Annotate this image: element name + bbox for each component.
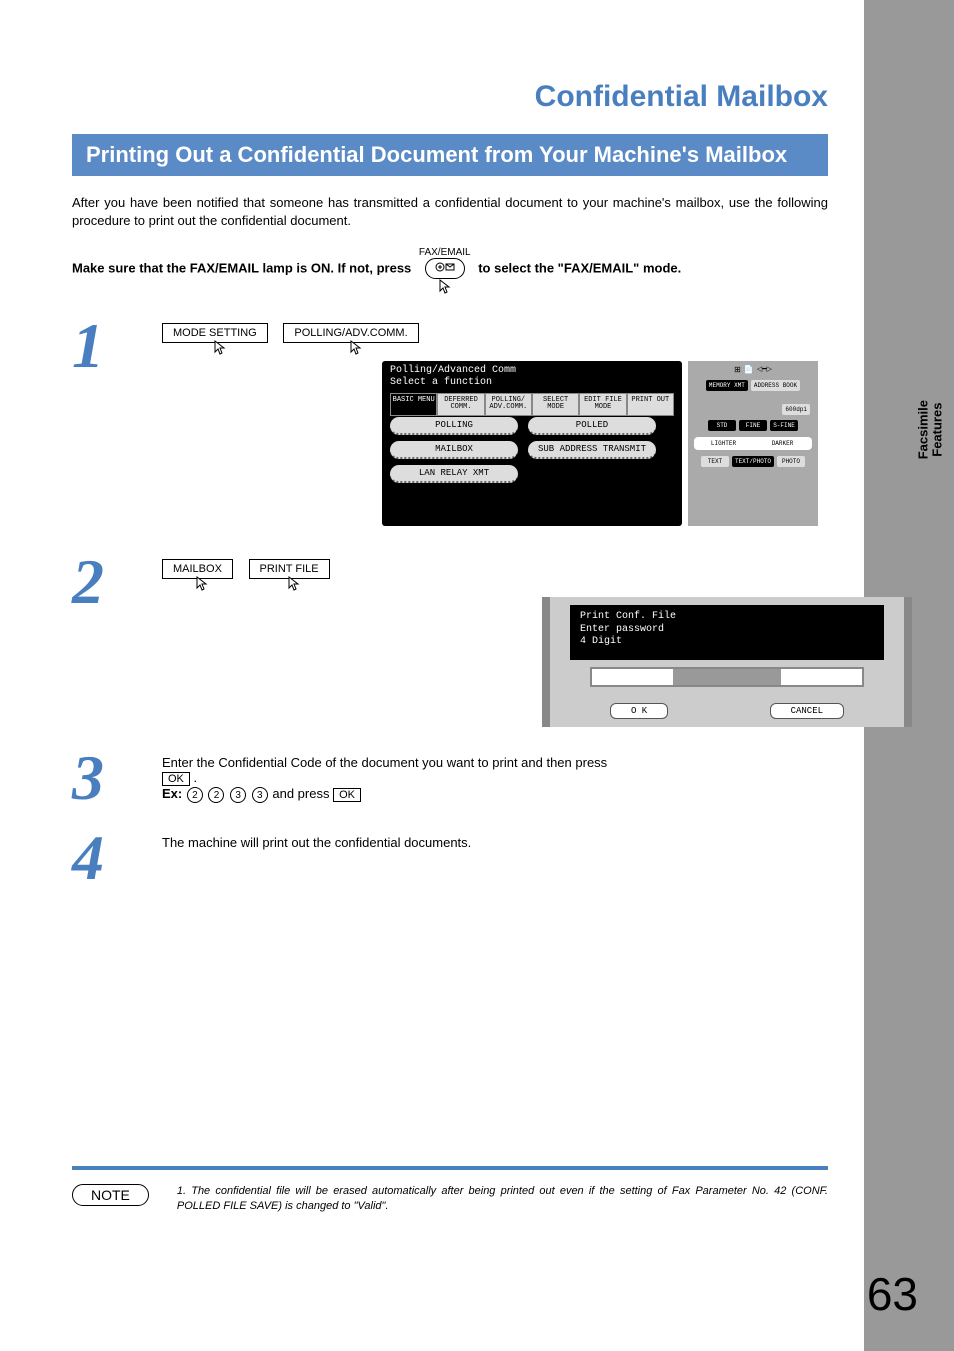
- password-field[interactable]: [590, 667, 864, 687]
- mode-setting-button[interactable]: MODE SETTING: [162, 323, 268, 343]
- mailbox-button[interactable]: MAILBOX: [162, 559, 233, 579]
- softkey-polled[interactable]: POLLED: [528, 417, 656, 435]
- tab-print-out[interactable]: PRINT OUT: [627, 393, 674, 416]
- fax-email-button[interactable]: [425, 258, 465, 279]
- softkey-lan-relay-xmt[interactable]: LAN RELAY XMT: [390, 465, 518, 483]
- fine-button[interactable]: FINE: [739, 420, 767, 431]
- digit-2a[interactable]: 2: [187, 787, 203, 803]
- mode-instruction: Make sure that the FAX/EMAIL lamp is ON.…: [72, 243, 828, 295]
- and-press-text: and press: [272, 786, 333, 801]
- step3-text-a: Enter the Confidential Code of the docum…: [162, 755, 607, 770]
- panel2-cancel-button[interactable]: CANCEL: [770, 703, 844, 719]
- polling-advcomm-button[interactable]: POLLING/ADV.COMM.: [283, 323, 418, 343]
- softkey-polling[interactable]: POLLING: [390, 417, 518, 435]
- step-number-2: 2: [72, 553, 162, 727]
- tab-select-mode[interactable]: SELECT MODE: [532, 393, 579, 416]
- panel1-title1: Polling/Advanced Comm: [390, 365, 674, 377]
- softkey-mailbox[interactable]: MAILBOX: [390, 441, 518, 459]
- step-number-4: 4: [72, 829, 162, 887]
- panel2-ok-button[interactable]: O K: [610, 703, 668, 719]
- panel2-l1: Print Conf. File: [580, 611, 874, 624]
- ok-key-2[interactable]: OK: [333, 788, 361, 802]
- section-title: Confidential Mailbox: [72, 80, 828, 114]
- faxemail-small-label: FAX/EMAIL: [419, 247, 471, 258]
- text-button[interactable]: TEXT: [701, 456, 729, 467]
- softkey-sub-address-transmit[interactable]: SUB ADDRESS TRANSMIT: [528, 441, 656, 459]
- panel2-l2: Enter password: [580, 624, 874, 637]
- page-number: 63: [867, 1267, 918, 1321]
- ex-label: Ex:: [162, 786, 182, 801]
- polling-adv-panel: Polling/Advanced Comm Select a function …: [382, 361, 822, 531]
- note-separator: [72, 1166, 828, 1170]
- modeline-pre: Make sure that the FAX/EMAIL lamp is ON.…: [72, 261, 411, 276]
- step-number-1: 1: [72, 317, 162, 531]
- page-bar-title: Printing Out a Confidential Document fro…: [72, 134, 828, 176]
- tab-basic-menu[interactable]: BASIC MENU: [390, 393, 437, 416]
- lighter-label[interactable]: LIGHTER: [694, 437, 753, 450]
- tab-deferred-comm[interactable]: DEFERRED COMM.: [437, 393, 484, 416]
- modeline-post: to select the "FAX/EMAIL" mode.: [478, 261, 681, 276]
- photo-button[interactable]: PHOTO: [777, 456, 805, 467]
- darker-label[interactable]: DARKER: [753, 437, 812, 450]
- digit-2b[interactable]: 2: [208, 787, 224, 803]
- intro-text: After you have been notified that someon…: [72, 194, 828, 229]
- digit-3b[interactable]: 3: [252, 787, 268, 803]
- ok-key-1[interactable]: OK: [162, 772, 190, 786]
- note-label: NOTE: [72, 1184, 149, 1206]
- sfine-button[interactable]: S-FINE: [770, 420, 798, 431]
- address-book-button[interactable]: ADDRESS BOOK: [751, 380, 800, 391]
- print-conf-file-panel: Print Conf. File Enter password 4 Digit …: [542, 597, 912, 727]
- tab-edit-file-mode[interactable]: EDIT FILE MODE: [579, 393, 626, 416]
- right-settings-panel: ⊞ 📄 ◁━▷ MEMORY XMT ADDRESS BOOK 600dpi: [688, 361, 818, 526]
- print-file-button[interactable]: PRINT FILE: [249, 559, 330, 579]
- panel1-title2: Select a function: [390, 377, 674, 389]
- textphoto-button[interactable]: TEXT/PHOTO: [732, 456, 774, 467]
- memory-xmt-button[interactable]: MEMORY XMT: [706, 380, 748, 391]
- note-text: 1. The confidential file will be erased …: [177, 1184, 828, 1214]
- step-number-3: 3: [72, 749, 162, 807]
- digit-3a[interactable]: 3: [230, 787, 246, 803]
- side-tab: Facsimile Features: [916, 400, 945, 459]
- tab-polling-advcomm[interactable]: POLLING/ ADV.COMM.: [485, 393, 532, 416]
- panel2-l3: 4 Digit: [580, 636, 874, 649]
- step4-text: The machine will print out the confident…: [162, 835, 471, 850]
- resolution-indicator[interactable]: 600dpi: [782, 404, 810, 415]
- std-button[interactable]: STD: [708, 420, 736, 431]
